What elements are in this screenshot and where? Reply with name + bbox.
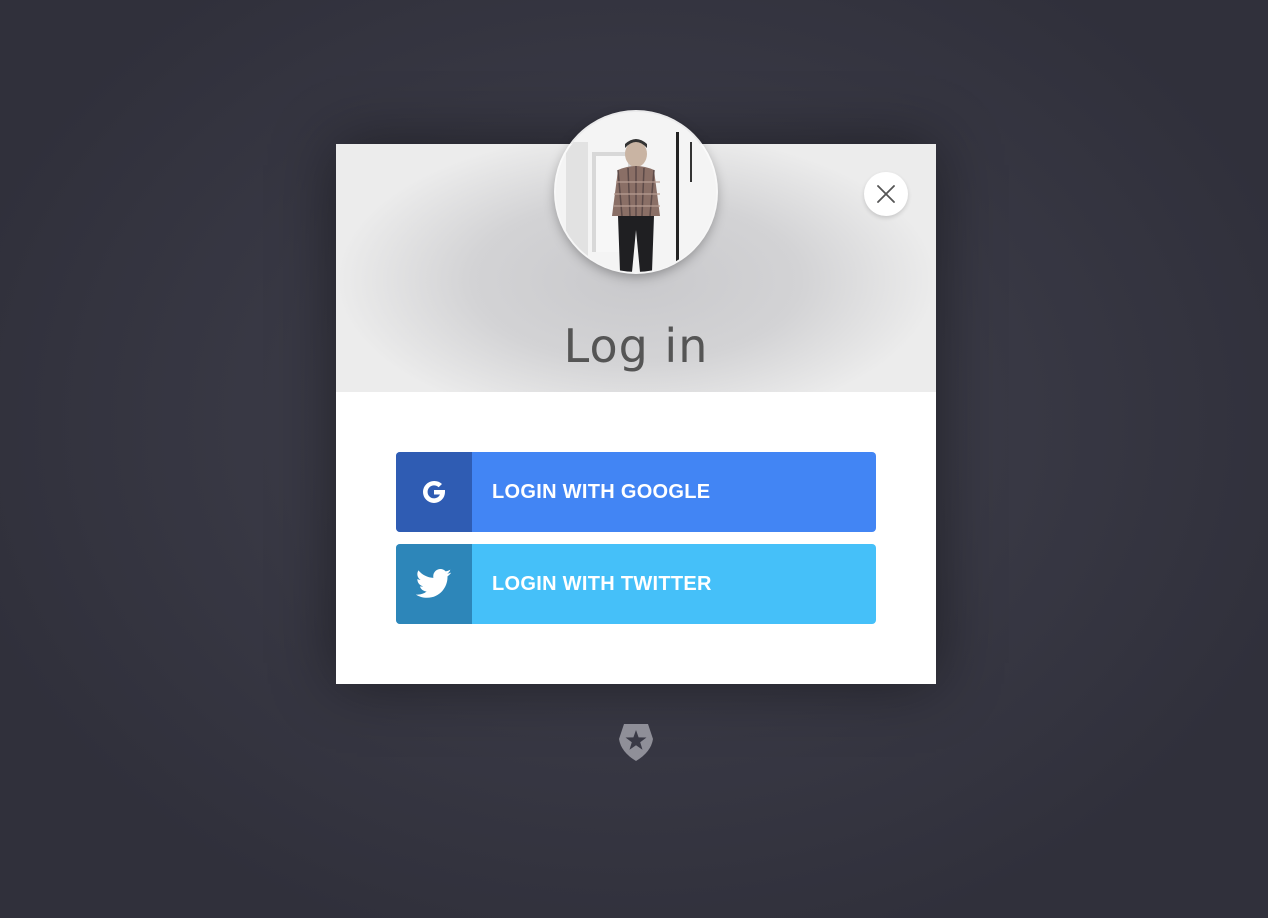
modal-title: Log in	[563, 319, 709, 373]
twitter-icon	[416, 569, 452, 598]
user-avatar	[556, 112, 716, 272]
close-icon	[877, 185, 895, 203]
auth0-shield-logo	[619, 724, 653, 761]
close-button[interactable]	[864, 172, 908, 216]
google-icon-box	[396, 452, 472, 532]
google-icon	[423, 480, 445, 503]
login-with-twitter-button[interactable]: LOGIN WITH TWITTER	[396, 544, 876, 624]
twitter-icon-box	[396, 544, 472, 624]
login-with-google-button[interactable]: LOGIN WITH GOOGLE	[396, 452, 876, 532]
twitter-button-label: LOGIN WITH TWITTER	[492, 572, 712, 595]
google-button-label: LOGIN WITH GOOGLE	[492, 480, 711, 503]
